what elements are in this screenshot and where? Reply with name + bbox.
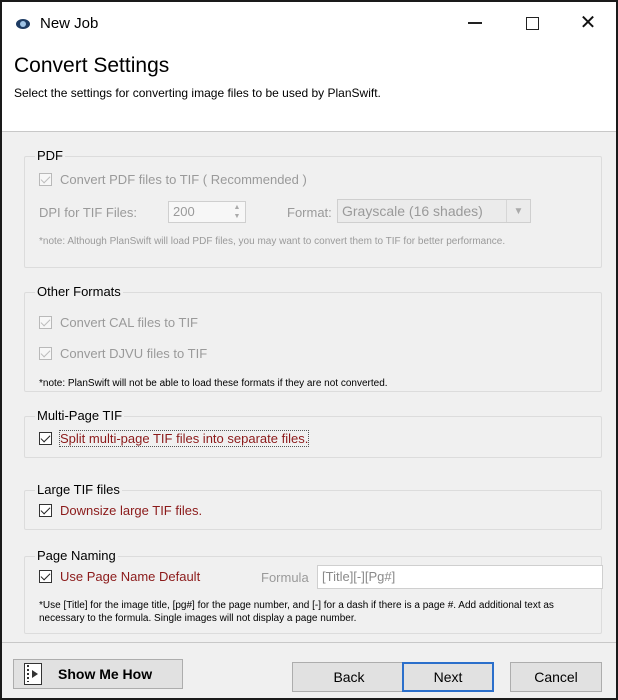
cancel-button[interactable]: Cancel [510, 662, 602, 692]
page-title: Convert Settings [14, 54, 170, 77]
convert-pdf-checkbox[interactable] [39, 173, 52, 186]
split-multipage-option[interactable]: Split multi-page TIF files into separate… [39, 430, 310, 447]
use-page-name-default-option[interactable]: Use Page Name Default [39, 569, 200, 584]
convert-cal-checkbox[interactable] [39, 316, 52, 329]
other-formats-group-label: Other Formats [35, 284, 123, 299]
convert-djvu-checkbox[interactable] [39, 347, 52, 360]
wizard-header: Convert Settings Select the settings for… [2, 44, 616, 132]
convert-cal-label: Convert CAL files to TIF [60, 315, 198, 330]
convert-pdf-label: Convert PDF files to TIF ( Recommended ) [60, 172, 307, 187]
planswift-app-icon [16, 19, 30, 29]
multipage-group-label: Multi-Page TIF [35, 408, 125, 423]
downsize-option[interactable]: Downsize large TIF files. [39, 503, 202, 518]
page-naming-note: *Use [Title] for the image title, [pg#] … [39, 600, 554, 624]
split-multipage-label: Split multi-page TIF files into separate… [58, 430, 310, 447]
maximize-icon [525, 16, 539, 30]
split-multipage-checkbox[interactable] [39, 432, 52, 445]
dpi-value: 200 [173, 204, 195, 219]
spinner-arrows-icon[interactable]: ▲ ▼ [231, 203, 243, 221]
pdf-group-label: PDF [35, 148, 65, 163]
page-naming-group-label: Page Naming [35, 548, 118, 563]
footer-divider [2, 642, 616, 643]
dpi-spinner[interactable]: 200 ▲ ▼ [168, 201, 246, 223]
downsize-label: Downsize large TIF files. [60, 503, 203, 518]
pdf-note: *note: Although PlanSwift will load PDF … [39, 236, 506, 247]
film-play-icon [24, 663, 42, 685]
multipage-tif-group: Multi-Page TIF Split multi-page TIF file… [24, 408, 602, 458]
format-select[interactable]: Grayscale (16 shades) ▼ [337, 199, 531, 223]
next-button[interactable]: Next [402, 662, 494, 692]
convert-djvu-label: Convert DJVU files to TIF [60, 346, 208, 361]
other-formats-group: Other Formats Convert CAL files to TIF C… [24, 284, 602, 392]
formula-input[interactable]: [Title][-][Pg#] [317, 565, 603, 589]
downsize-checkbox[interactable] [39, 504, 52, 517]
back-button[interactable]: Back [292, 662, 406, 692]
pdf-group: PDF Convert PDF files to TIF ( Recommend… [24, 148, 602, 268]
formula-value: [Title][-][Pg#] [322, 569, 396, 584]
show-me-how-button[interactable]: Show Me How [13, 659, 183, 689]
page-naming-group: Page Naming Use Page Name Default Formul… [24, 548, 603, 634]
other-formats-note: *note: PlanSwift will not be able to loa… [39, 378, 388, 389]
convert-cal-option[interactable]: Convert CAL files to TIF [39, 315, 198, 330]
close-button[interactable]: ✕ [565, 2, 611, 44]
use-page-name-default-label: Use Page Name Default [60, 569, 201, 584]
close-icon: ✕ [579, 12, 597, 34]
new-job-dialog: New Job ✕ Convert Settings Select the se… [0, 0, 618, 700]
show-me-how-label: Show Me How [58, 666, 153, 682]
dpi-label: DPI for TIF Files: [39, 205, 137, 220]
formula-label: Formula [261, 570, 309, 585]
chevron-down-icon[interactable]: ▼ [506, 200, 530, 222]
use-page-name-default-checkbox[interactable] [39, 570, 52, 583]
large-tif-group: Large TIF files Downsize large TIF files… [24, 482, 602, 530]
title-bar: New Job ✕ [2, 2, 616, 44]
convert-pdf-option[interactable]: Convert PDF files to TIF ( Recommended ) [39, 172, 307, 187]
minimize-button[interactable] [452, 2, 498, 44]
large-tif-group-label: Large TIF files [35, 482, 122, 497]
format-value: Grayscale (16 shades) [342, 203, 483, 219]
page-subtitle: Select the settings for converting image… [14, 86, 381, 100]
maximize-button[interactable] [509, 2, 555, 44]
convert-djvu-option[interactable]: Convert DJVU files to TIF [39, 346, 207, 361]
format-label: Format: [287, 205, 332, 220]
minimize-icon [468, 22, 482, 24]
window-title: New Job [40, 15, 99, 32]
